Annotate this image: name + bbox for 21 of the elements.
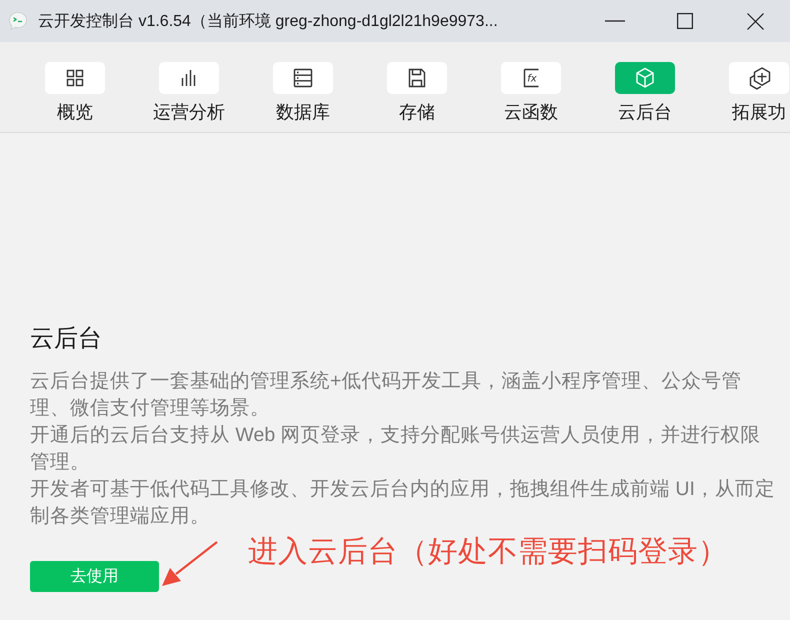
hexagon-plus-icon [729, 62, 789, 94]
pointer-arrow [162, 541, 218, 587]
toolbar-tab[interactable]: 云后台 [588, 42, 702, 132]
description-text: 开发者可基于低代码工具修改、开发云后台内的应用，拖拽组件生成前端 UI，从而定制各类管理端应用。 [30, 477, 776, 529]
chat-bubble-icon [8, 11, 28, 31]
toolbar-tab[interactable]: 数据库 [246, 42, 360, 132]
toolbar-tab[interactable]: 拓展功 [702, 42, 790, 132]
description-text: 开通后的云后台支持从 Web 网页登录，支持分配账号供运营人员使用，并进行权限管理。 [30, 423, 762, 475]
toolbar-tab[interactable]: 存储 [360, 42, 474, 132]
bar-chart-icon [159, 62, 219, 94]
window-title: 云开发控制台 v1.6.54（当前环境 greg-zhong-d1gl2l21h9e9973... [38, 12, 499, 32]
toolbar-tab[interactable]: fx 云函数 [474, 42, 588, 132]
server-list-icon [273, 62, 333, 94]
toolbar-tab[interactable]: 运营分析 [132, 42, 246, 132]
grid-icon [45, 62, 105, 94]
section-title: 云后台 [30, 324, 103, 354]
description-text: 云后台提供了一套基础的管理系统+低代码开发工具，涵盖小程序管理、公众号管理、微信支付管理等场景。 [30, 369, 742, 421]
cube-icon [615, 62, 675, 94]
toolbar-tab[interactable]: 概览 [18, 42, 132, 132]
function-icon: fx [501, 62, 561, 94]
annotation-text: 进入云后台（好处不需要扫码登录） [248, 534, 728, 570]
